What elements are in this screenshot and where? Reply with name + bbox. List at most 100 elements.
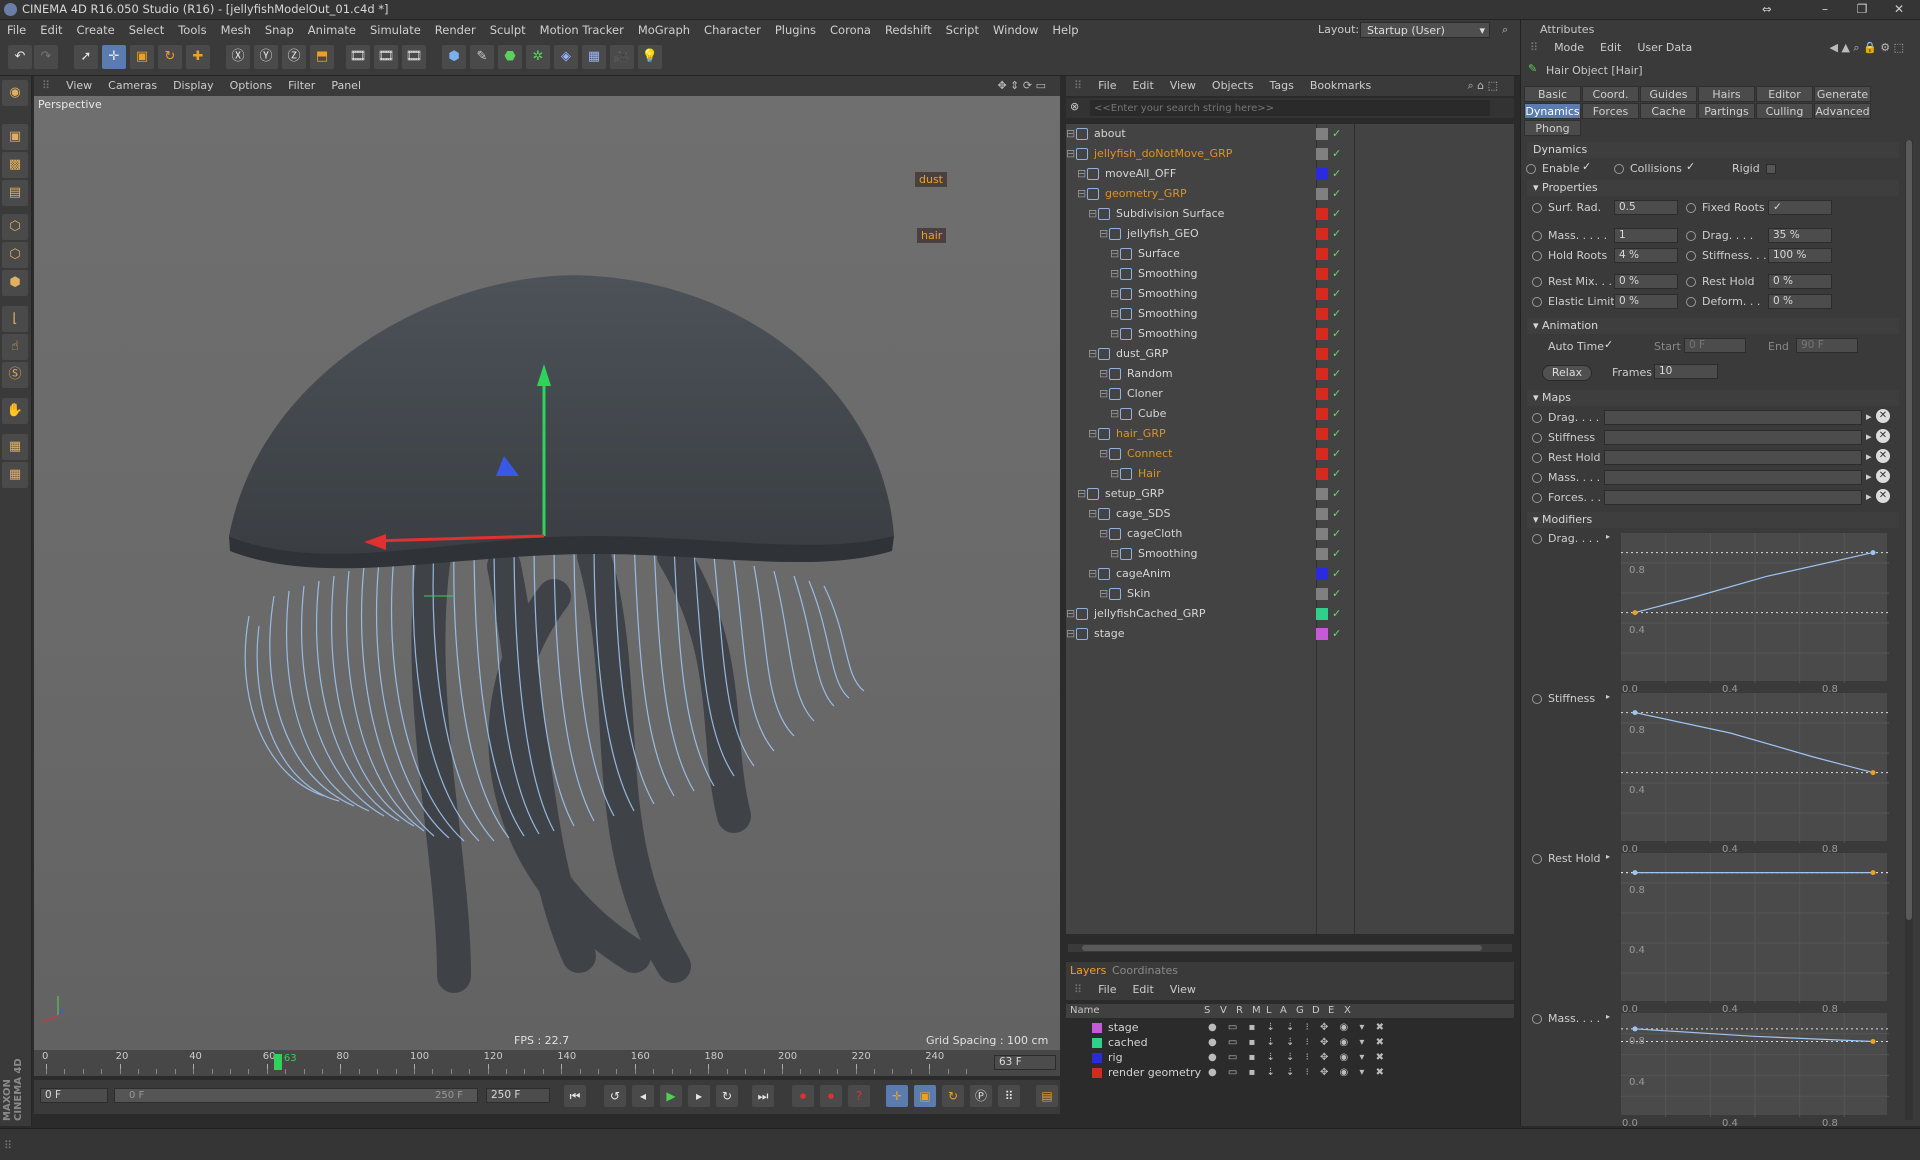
visibility-check-icon[interactable]: ✓ — [1332, 144, 1341, 164]
next-frame-icon[interactable]: ▸ — [688, 1085, 710, 1107]
om-menu-objects[interactable]: Objects — [1204, 76, 1262, 96]
layers-menu-file[interactable]: File — [1090, 980, 1124, 1000]
map-radio[interactable] — [1532, 473, 1542, 483]
viewport-menu-display[interactable]: Display — [165, 76, 222, 96]
visibility-check-icon[interactable]: ✓ — [1332, 444, 1341, 464]
spline-curve-editor[interactable]: 0.8 0.4 — [1620, 532, 1889, 683]
visibility-check-icon[interactable]: ✓ — [1332, 604, 1341, 624]
menu-plugins[interactable]: Plugins — [768, 20, 823, 40]
object-name[interactable]: hair_GRP — [1116, 424, 1166, 444]
object-row[interactable]: ⊟ Connect ✓ — [1066, 444, 1510, 464]
attr-scrollbar[interactable] — [1905, 140, 1913, 1120]
map-menu-arrow-icon[interactable]: ▸ — [1866, 470, 1872, 483]
snap-icon[interactable]: Ⓢ — [2, 362, 28, 388]
object-name[interactable]: setup_GRP — [1105, 484, 1164, 504]
object-name[interactable]: jellyfishCached_GRP — [1094, 604, 1206, 624]
menu-render[interactable]: Render — [428, 20, 483, 40]
object-row[interactable]: ⊟ Skin ✓ — [1066, 584, 1510, 604]
subdivision-icon[interactable]: ⬣ — [498, 45, 522, 69]
expand-toggle-icon[interactable]: ⊟ — [1099, 524, 1108, 544]
visibility-check-icon[interactable]: ✓ — [1332, 544, 1341, 564]
spline-curve-editor[interactable]: 0.8 0.4 — [1620, 852, 1889, 1003]
world-coordinate-icon[interactable]: ⬒ — [310, 45, 334, 69]
object-row[interactable]: ⊟ stage ✓ — [1066, 624, 1510, 644]
keyframe-selection-icon[interactable]: ? — [848, 1085, 870, 1107]
expand-toggle-icon[interactable]: ⊟ — [1088, 204, 1097, 224]
deformer-icon[interactable]: ◈ — [554, 45, 578, 69]
menu-character[interactable]: Character — [697, 20, 768, 40]
grid-icon[interactable]: ▦ — [2, 434, 28, 460]
viewport-menu-panel[interactable]: Panel — [323, 76, 369, 96]
menu-mograph[interactable]: MoGraph — [631, 20, 697, 40]
object-row[interactable]: ⊟ Smoothing ✓ — [1066, 304, 1510, 324]
map-clear-icon[interactable]: ✕ — [1876, 429, 1890, 443]
object-name[interactable]: cage_SDS — [1116, 504, 1170, 524]
render-view-icon[interactable]: 🎞 — [346, 45, 370, 69]
layer-name[interactable]: cached — [1108, 1035, 1148, 1050]
menu-edit[interactable]: Edit — [33, 20, 69, 40]
visibility-check-icon[interactable]: ✓ — [1332, 564, 1341, 584]
tab-coordinates[interactable]: Coordinates — [1112, 964, 1178, 977]
menu-sculpt[interactable]: Sculpt — [483, 20, 533, 40]
object-name[interactable]: dust_GRP — [1116, 344, 1168, 364]
select-arrow-icon[interactable]: ➚ — [74, 45, 98, 69]
map-link-field[interactable] — [1604, 490, 1862, 505]
viewport-menu-cameras[interactable]: Cameras — [100, 76, 165, 96]
object-name[interactable]: Smoothing — [1138, 264, 1197, 284]
object-layer-color[interactable] — [1316, 468, 1328, 480]
expand-toggle-icon[interactable]: ⊟ — [1088, 564, 1097, 584]
layer-color-swatch[interactable] — [1092, 1068, 1102, 1078]
object-layer-color[interactable] — [1316, 148, 1328, 160]
object-row[interactable]: ⊟ Surface ✓ — [1066, 244, 1510, 264]
menu-mesh[interactable]: Mesh — [214, 20, 258, 40]
visibility-check-icon[interactable]: ✓ — [1332, 504, 1341, 524]
menu-simulate[interactable]: Simulate — [363, 20, 428, 40]
object-layer-color[interactable] — [1316, 608, 1328, 620]
modifier-expand-icon[interactable]: ▸ — [1606, 852, 1610, 861]
object-row[interactable]: ⊟ jellyfish_doNotMove_GRP ✓ — [1066, 144, 1510, 164]
collisions-radio[interactable] — [1614, 164, 1624, 174]
start-field[interactable]: 0 F — [1684, 338, 1746, 353]
object-name[interactable]: geometry_GRP — [1105, 184, 1187, 204]
expand-toggle-icon[interactable]: ⊟ — [1099, 224, 1108, 244]
object-row[interactable]: ⊟ Smoothing ✓ — [1066, 284, 1510, 304]
attr-menu-mode[interactable]: Mode — [1546, 38, 1592, 58]
menu-window[interactable]: Window — [986, 20, 1045, 40]
prop-field[interactable]: 0 % — [1614, 294, 1678, 309]
timeline-window-icon[interactable]: ▤ — [1036, 1085, 1058, 1107]
object-layer-color[interactable] — [1316, 328, 1328, 340]
om-menu-edit[interactable]: Edit — [1124, 76, 1161, 96]
object-row[interactable]: ⊟ Smoothing ✓ — [1066, 264, 1510, 284]
map-radio[interactable] — [1532, 433, 1542, 443]
object-name[interactable]: Skin — [1127, 584, 1150, 604]
expand-toggle-icon[interactable]: ⊟ — [1088, 344, 1097, 364]
object-row[interactable]: ⊟ jellyfishCached_GRP ✓ — [1066, 604, 1510, 624]
record-icon[interactable]: ⏺ — [792, 1085, 814, 1107]
expand-toggle-icon[interactable]: ⊟ — [1066, 124, 1075, 144]
close-button[interactable]: ✕ — [1882, 0, 1916, 20]
auto-time-checkbox[interactable]: ✓ — [1604, 338, 1613, 351]
object-row[interactable]: ⊟ Smoothing ✓ — [1066, 544, 1510, 564]
prop-field[interactable]: 100 % — [1768, 248, 1832, 263]
map-menu-arrow-icon[interactable]: ▸ — [1866, 430, 1872, 443]
map-clear-icon[interactable]: ✕ — [1876, 449, 1890, 463]
object-name[interactable]: Smoothing — [1138, 284, 1197, 304]
prop-field[interactable]: 35 % — [1768, 228, 1832, 243]
key-scale-icon[interactable]: ▣ — [914, 1085, 936, 1107]
object-row[interactable]: ⊟ Smoothing ✓ — [1066, 324, 1510, 344]
prop-radio[interactable] — [1532, 277, 1542, 287]
range-slider[interactable]: 0 F 250 F — [114, 1088, 478, 1103]
key-pla-icon[interactable]: ⠿ — [998, 1085, 1020, 1107]
map-radio[interactable] — [1532, 453, 1542, 463]
light-icon[interactable]: 💡 — [638, 45, 662, 69]
object-name[interactable]: cageAnim — [1116, 564, 1171, 584]
object-name[interactable]: Smoothing — [1138, 324, 1197, 344]
clear-search-icon[interactable]: ⊗ — [1070, 100, 1079, 113]
om-menu-bookmarks[interactable]: Bookmarks — [1302, 76, 1379, 96]
object-name[interactable]: Cloner — [1127, 384, 1163, 404]
layer-row[interactable]: stage ● ▭ ▪ ⇣ ⇣ ⁝ ✥ ◉ ▾ ✖ — [1068, 1020, 1512, 1035]
minimize-button[interactable]: – — [1808, 0, 1842, 20]
object-row[interactable]: ⊟ dust_GRP ✓ — [1066, 344, 1510, 364]
key-rotation-icon[interactable]: ↻ — [942, 1085, 964, 1107]
modifier-expand-icon[interactable]: ▸ — [1606, 692, 1610, 701]
